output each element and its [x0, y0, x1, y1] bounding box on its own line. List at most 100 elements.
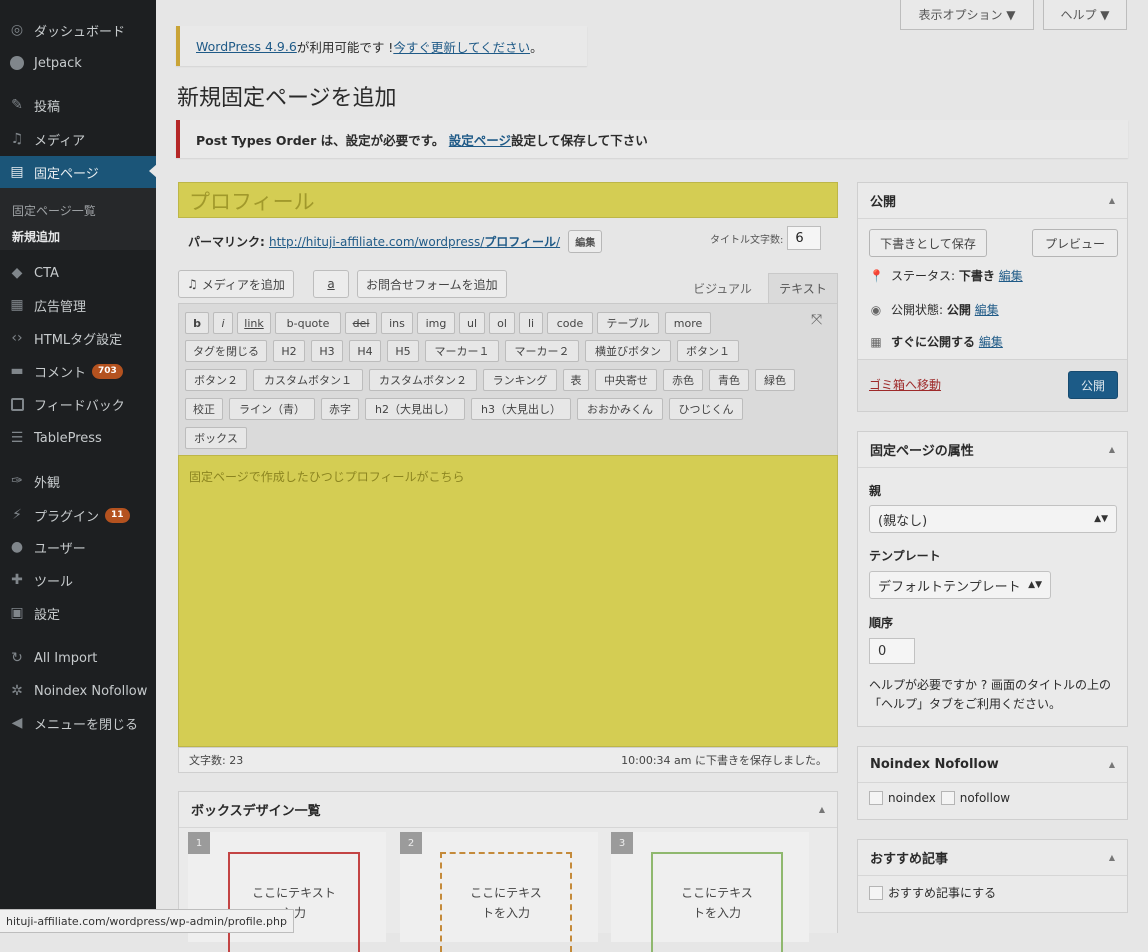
help-button[interactable]: ヘルプ ▼: [1043, 0, 1127, 30]
qt-ins[interactable]: ins: [381, 312, 413, 334]
visibility-edit-link[interactable]: 編集: [975, 303, 999, 317]
qt-ol[interactable]: ol: [489, 312, 515, 334]
attributes-header[interactable]: 固定ページの属性 ▲: [858, 432, 1127, 468]
add-media-button[interactable]: ♫ メディアを追加: [178, 270, 294, 298]
qt-table[interactable]: テーブル: [597, 312, 659, 334]
qt-proofread[interactable]: 校正: [185, 398, 223, 420]
toggle-arrow-icon[interactable]: ▲: [1109, 445, 1115, 454]
box-design-header[interactable]: ボックスデザイン一覧 ▲: [179, 792, 837, 828]
qt-h2-large[interactable]: h2（大見出し）: [365, 398, 465, 420]
submenu-add-new[interactable]: 新規追加: [12, 228, 60, 245]
toggle-arrow-icon[interactable]: ▲: [1109, 853, 1115, 862]
qt-code[interactable]: code: [547, 312, 593, 334]
submenu-all-pages[interactable]: 固定ページ一覧: [12, 202, 96, 219]
status-edit-link[interactable]: 編集: [999, 269, 1023, 283]
qt-i[interactable]: i: [213, 312, 233, 334]
qt-table2[interactable]: 表: [563, 369, 589, 391]
update-now-link[interactable]: 今すぐ更新してください: [393, 37, 530, 56]
content-textarea[interactable]: 固定ページで作成したひつじプロフィールがこちら: [178, 455, 838, 747]
update-version-link[interactable]: WordPress 4.9.6: [196, 39, 297, 54]
qt-link[interactable]: link: [237, 312, 271, 334]
publish-button[interactable]: 公開: [1068, 371, 1118, 399]
template-select[interactable]: デフォルトテンプレート ▲▼: [869, 571, 1051, 599]
schedule-edit-link[interactable]: 編集: [979, 335, 1003, 349]
tab-visual[interactable]: ビジュアル: [680, 273, 765, 303]
qt-h3-large[interactable]: h3（大見出し）: [471, 398, 571, 420]
menu-media[interactable]: ♫ メディア: [0, 124, 156, 154]
qt-red[interactable]: 赤色: [663, 369, 703, 391]
qt-h5[interactable]: H5: [387, 340, 419, 362]
menu-tablepress[interactable]: ☰ TablePress: [0, 423, 156, 453]
order-input[interactable]: 0: [869, 638, 915, 664]
box-design-card-3[interactable]: 3 ここにテキス トを入力: [611, 832, 809, 952]
menu-noindex-nofollow[interactable]: ✲ Noindex Nofollow: [0, 676, 156, 706]
qt-center[interactable]: 中央寄せ: [595, 369, 657, 391]
qt-line-blue[interactable]: ライン（青）: [229, 398, 315, 420]
qt-sheep[interactable]: ひつじくん: [669, 398, 743, 420]
menu-tools[interactable]: ✚ ツール: [0, 565, 156, 595]
permalink-slug[interactable]: プロフィール: [484, 235, 556, 249]
qt-marker1[interactable]: マーカー１: [425, 340, 499, 362]
menu-jetpack[interactable]: Jetpack: [0, 48, 156, 78]
trash-link[interactable]: ゴミ箱へ移動: [869, 376, 941, 393]
qt-custom-button2[interactable]: カスタムボタン２: [369, 369, 477, 391]
publish-header[interactable]: 公開 ▲: [858, 183, 1127, 219]
qt-box[interactable]: ボックス: [185, 427, 247, 449]
menu-appearance[interactable]: ✑ 外観: [0, 466, 156, 496]
toggle-arrow-icon[interactable]: ▲: [1109, 760, 1115, 769]
qt-close-tags[interactable]: タグを閉じる: [185, 340, 267, 362]
toggle-arrow-icon[interactable]: ▲: [819, 805, 825, 814]
title-input[interactable]: プロフィール: [178, 182, 838, 218]
pto-settings-link[interactable]: 設定ページ: [449, 130, 511, 149]
qt-button2[interactable]: ボタン２: [185, 369, 247, 391]
qt-red-text[interactable]: 赤字: [321, 398, 359, 420]
nofollow-checkbox[interactable]: [940, 791, 955, 805]
qt-more[interactable]: more: [665, 312, 711, 334]
menu-pages[interactable]: ▤ 固定ページ: [0, 156, 157, 188]
permalink-url[interactable]: http://hituji-affiliate.com/wordpress/: [269, 235, 484, 249]
amazon-button[interactable]: a: [313, 270, 349, 298]
qt-blue[interactable]: 青色: [709, 369, 749, 391]
qt-h3[interactable]: H3: [311, 340, 343, 362]
fullscreen-icon[interactable]: ⤧: [811, 312, 822, 328]
qt-ranking[interactable]: ランキング: [483, 369, 557, 391]
qt-img[interactable]: img: [417, 312, 455, 334]
qt-green[interactable]: 緑色: [755, 369, 795, 391]
noindex-header[interactable]: Noindex Nofollow ▲: [858, 747, 1127, 783]
qt-side-buttons[interactable]: 横並びボタン: [585, 340, 671, 362]
menu-all-import[interactable]: ↻ All Import: [0, 643, 156, 673]
qt-ul[interactable]: ul: [459, 312, 485, 334]
add-contact-form-button[interactable]: お問合せフォームを追加: [357, 270, 507, 298]
menu-dashboard[interactable]: ◎ ダッシュボード: [0, 15, 156, 45]
toggle-arrow-icon[interactable]: ▲: [1109, 196, 1115, 205]
qt-button1[interactable]: ボタン１: [677, 340, 739, 362]
screen-options-button[interactable]: 表示オプション ▼: [900, 0, 1034, 30]
qt-li[interactable]: li: [519, 312, 543, 334]
menu-ads[interactable]: ▦ 広告管理: [0, 290, 156, 320]
save-draft-button[interactable]: 下書きとして保存: [869, 229, 987, 257]
permalink-edit-button[interactable]: 編集: [568, 230, 603, 253]
qt-h4[interactable]: H4: [349, 340, 381, 362]
tab-text[interactable]: テキスト: [768, 273, 838, 303]
menu-html-tags[interactable]: ‹› HTMLタグ設定: [0, 323, 156, 353]
menu-users[interactable]: ● ユーザー: [0, 532, 156, 562]
menu-settings[interactable]: ▣ 設定: [0, 598, 156, 628]
parent-select[interactable]: (親なし) ▲▼: [869, 505, 1117, 533]
qt-wolf[interactable]: おおかみくん: [577, 398, 663, 420]
menu-plugins[interactable]: ⚡ プラグイン 11: [0, 500, 156, 530]
recommend-header[interactable]: おすすめ記事 ▲: [858, 840, 1127, 876]
qt-b[interactable]: b: [185, 312, 209, 334]
menu-posts[interactable]: ✎ 投稿: [0, 90, 156, 120]
menu-collapse[interactable]: ◀ メニューを閉じる: [0, 708, 156, 738]
recommend-checkbox[interactable]: [869, 885, 883, 900]
qt-b-quote[interactable]: b-quote: [275, 312, 341, 334]
menu-feedback[interactable]: フィードバック: [0, 389, 156, 419]
qt-marker2[interactable]: マーカー２: [505, 340, 579, 362]
qt-del[interactable]: del: [345, 312, 377, 334]
qt-h2[interactable]: H2: [273, 340, 305, 362]
preview-button[interactable]: プレビュー: [1032, 229, 1118, 257]
menu-cta[interactable]: ◆ CTA: [0, 258, 156, 288]
qt-custom-button1[interactable]: カスタムボタン１: [253, 369, 363, 391]
noindex-checkbox[interactable]: [869, 791, 883, 805]
box-design-card-2[interactable]: 2 ここにテキス トを入力: [400, 832, 598, 952]
